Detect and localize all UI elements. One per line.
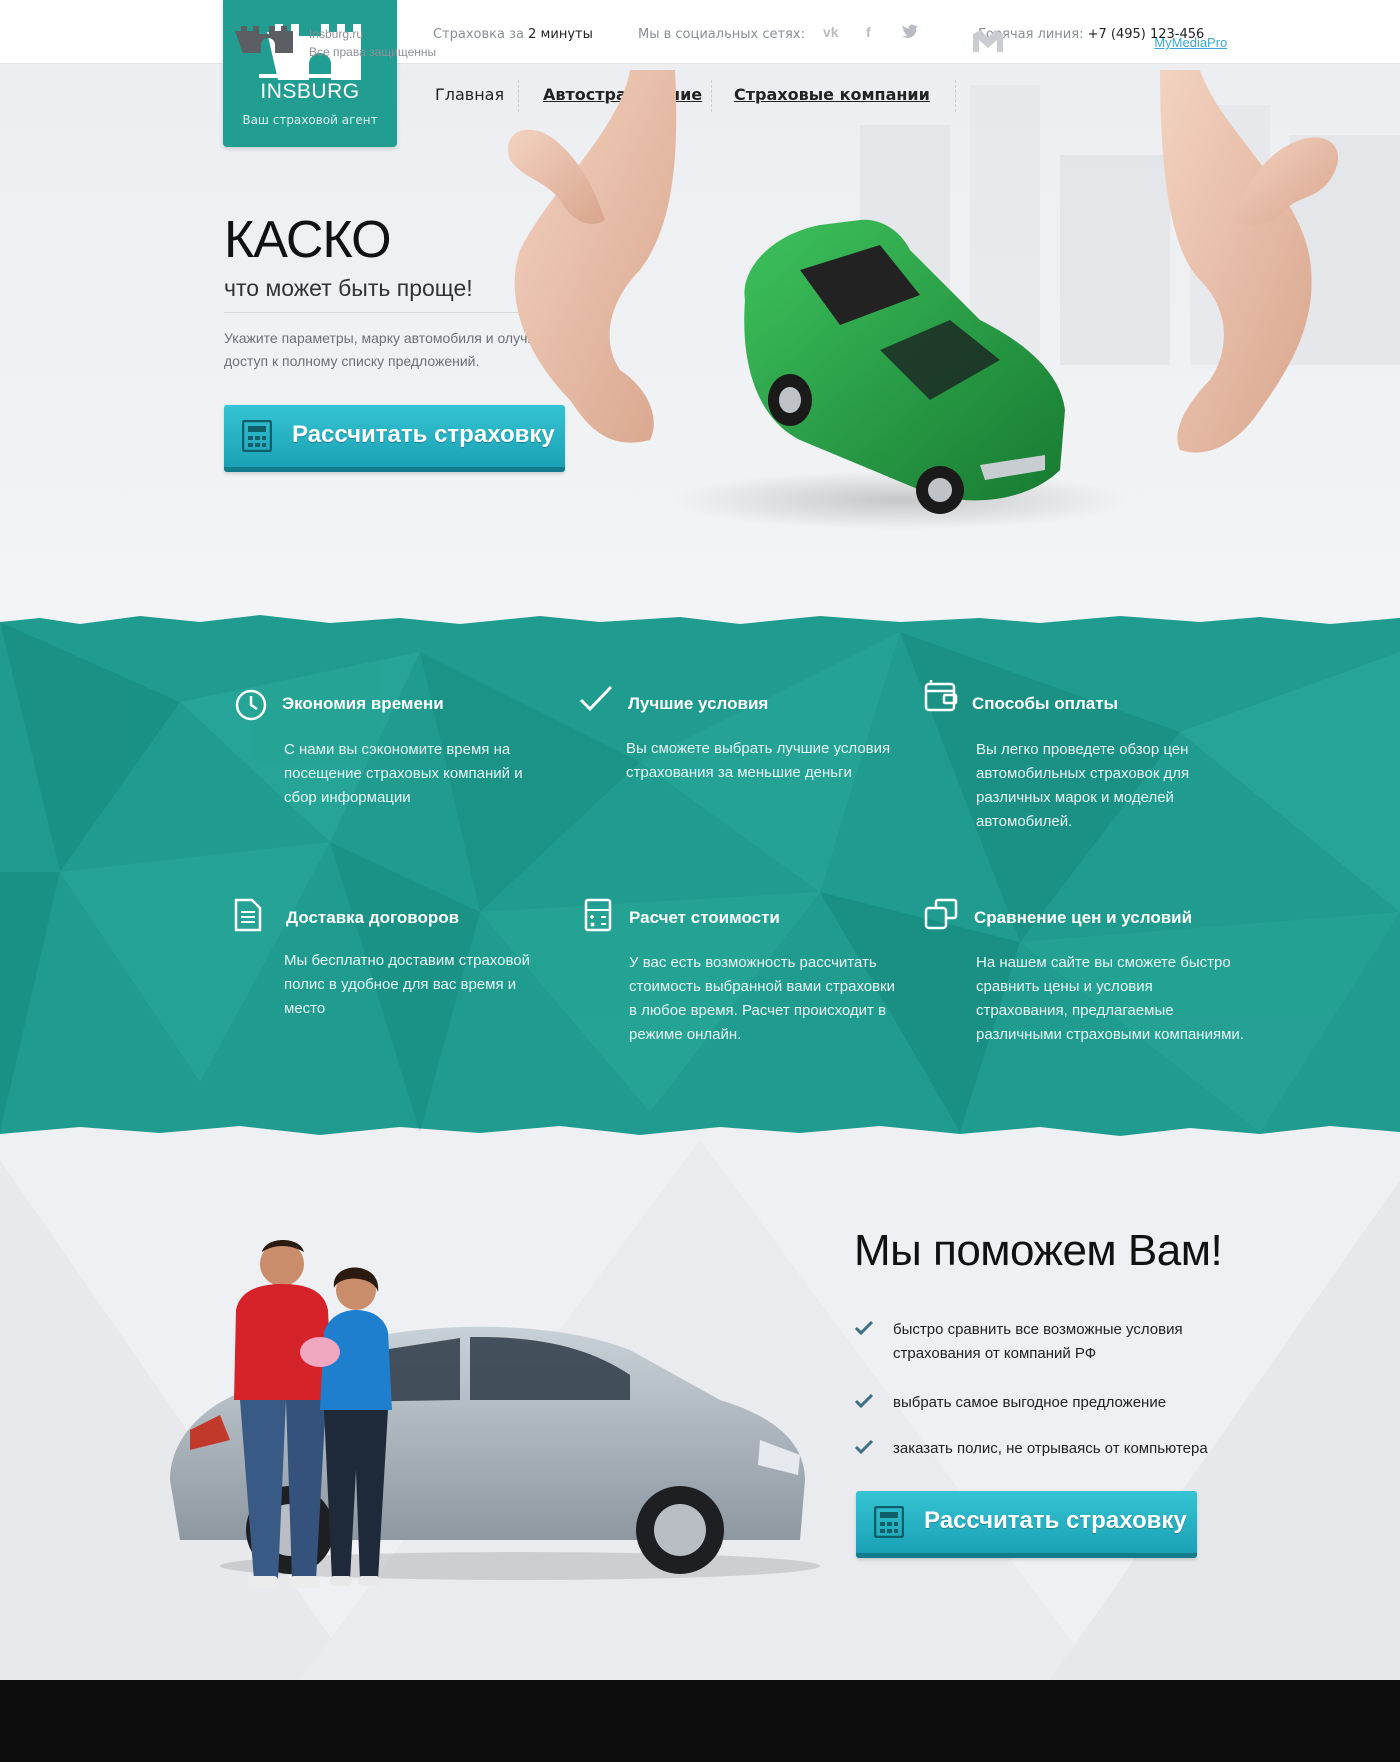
help-item-text: быстро сравнить все возможные условия ст… — [893, 1321, 1183, 1362]
mymediapro-logo-icon — [973, 30, 1003, 52]
made-by-prefix: Сделано с любовью в — [1018, 35, 1151, 50]
footer-made-by: Сделано с любовью в MyMediaPro — [1018, 35, 1227, 50]
help-title: Мы поможем Вам! — [854, 1226, 1223, 1275]
logo[interactable]: INSBURG Ваш страховой агент — [223, 0, 397, 147]
footer — [0, 1680, 1400, 1762]
logo-tagline: Ваш страховой агент — [242, 113, 378, 127]
checkmark-icon — [579, 685, 613, 712]
feature-title: Экономия времени — [282, 694, 444, 713]
feature-text: На нашем сайте вы сможете быстро сравнит… — [976, 954, 1244, 1043]
right-hand — [1160, 70, 1339, 453]
footer-rights: Все права защищенны — [309, 45, 437, 59]
clock-icon — [235, 689, 267, 721]
help-item-text: заказать полис, не отрываясь от компьюте… — [893, 1440, 1208, 1457]
mymediapro-link[interactable]: MyMediaPro — [1154, 35, 1227, 50]
footer-link-about[interactable]: О нас — [538, 34, 578, 51]
calculate-button-label: Рассчитать страховку — [924, 1507, 1187, 1534]
check-icon — [854, 1320, 874, 1336]
calculator-icon — [874, 1506, 904, 1538]
wallet-icon — [924, 680, 958, 712]
footer-link-legal[interactable]: Правовая информация — [717, 34, 878, 51]
feature-title: Доставка договоров — [286, 908, 460, 927]
feature-text: С нами вы сэкономите время на посещение … — [284, 741, 523, 806]
document-icon — [234, 898, 262, 932]
footer-castle-icon — [235, 26, 293, 53]
feature-text: У вас есть возможность рассчитать стоимо… — [629, 954, 896, 1043]
feature-title: Расчет стоимости — [629, 908, 780, 927]
nav-home[interactable]: Главная — [435, 85, 504, 104]
feature-text: Вы сможете выбрать лучшие условия страхо… — [626, 740, 891, 781]
help-item-text: выбрать самое выгодное предложение — [893, 1394, 1167, 1411]
calculator-icon — [242, 420, 272, 452]
compare-icon — [924, 898, 958, 930]
logo-name: INSBURG — [260, 80, 360, 103]
calculator-icon — [584, 898, 612, 932]
promo-prefix: Страховка за — [433, 27, 525, 42]
calculate-insurance-button-bottom[interactable]: Рассчитать страховку — [856, 1491, 1197, 1558]
hero-title: КАСКО — [224, 211, 392, 269]
footer-link-contacts[interactable]: Контакты — [617, 34, 682, 51]
features-band-background — [0, 615, 1400, 1136]
hero-illustration — [508, 70, 1339, 530]
couple-and-car-illustration — [170, 1240, 820, 1588]
feature-title: Лучшие условия — [628, 694, 769, 713]
piggy-bank — [300, 1337, 340, 1367]
check-icon — [854, 1393, 874, 1409]
green-car — [744, 219, 1065, 514]
feature-title: Сравнение цен и условий — [974, 908, 1193, 927]
left-hand — [508, 70, 677, 443]
feature-text: Мы бесплатно доставим страховой полис в … — [284, 952, 530, 1017]
twitter-icon[interactable] — [902, 24, 918, 41]
feature-text: Вы легко проведете обзор цен автомобильн… — [976, 741, 1190, 830]
feature-title: Способы оплаты — [972, 694, 1119, 713]
footer-site: Insburg.ru — [309, 27, 364, 41]
check-icon — [854, 1439, 874, 1455]
hero-subtitle: что может быть проще! — [224, 275, 473, 301]
